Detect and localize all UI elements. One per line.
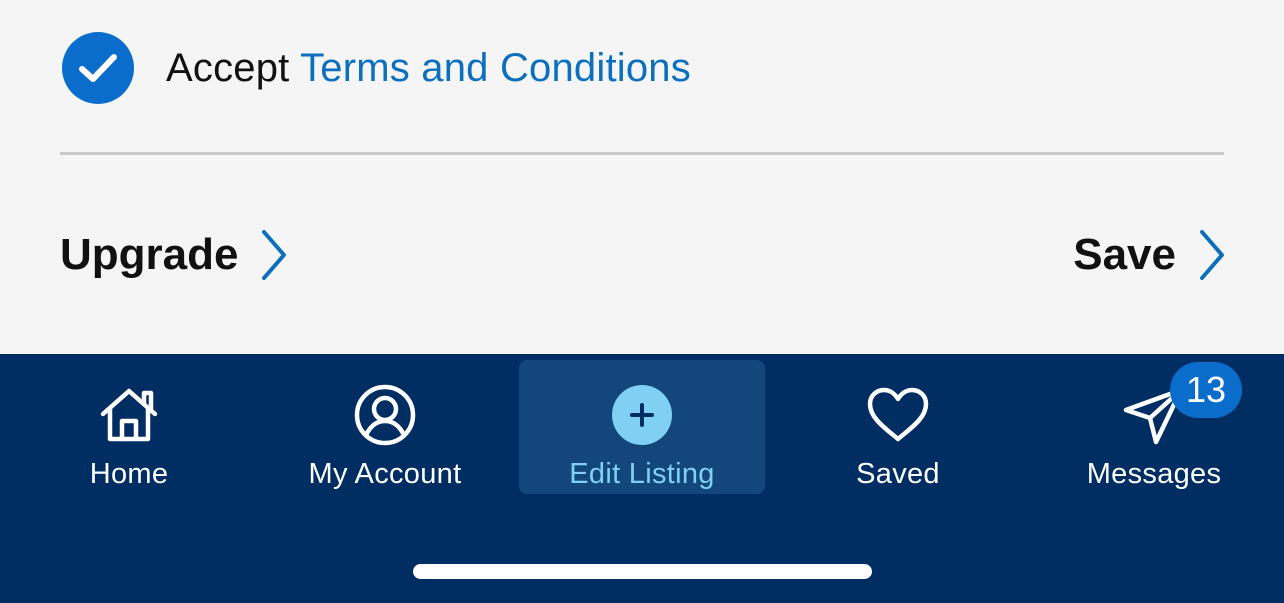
divider <box>60 152 1224 155</box>
upgrade-label: Upgrade <box>60 230 239 279</box>
terms-text: Accept Terms and Conditions <box>166 46 691 91</box>
heart-icon <box>867 387 929 442</box>
tab-edit-listing[interactable]: Edit Listing <box>519 360 765 494</box>
terms-link[interactable]: Terms and Conditions <box>300 46 691 90</box>
home-indicator <box>413 564 872 579</box>
terms-prefix: Accept <box>166 45 290 90</box>
checkout-content: Accept Terms and Conditions Upgrade Save <box>0 0 1284 354</box>
save-label: Save <box>1073 230 1176 279</box>
checkmark-icon <box>79 54 117 82</box>
messages-badge: 13 <box>1170 362 1242 418</box>
tab-label-home: Home <box>89 458 169 490</box>
tab-label-edit-listing: Edit Listing <box>569 458 715 490</box>
tab-label-saved: Saved <box>856 458 940 490</box>
tab-my-account[interactable]: My Account <box>262 360 508 494</box>
tab-label-my-account: My Account <box>308 458 462 490</box>
user-circle-icon <box>354 384 416 446</box>
bottom-tab-bar: Home My Account Edit Listing Saved Messa… <box>0 354 1284 603</box>
terms-checkbox[interactable] <box>62 32 134 104</box>
tab-saved[interactable]: Saved <box>775 360 1021 494</box>
upgrade-button[interactable]: Upgrade <box>60 222 288 288</box>
home-icon <box>100 388 158 442</box>
tab-home[interactable]: Home <box>6 360 252 494</box>
save-button[interactable]: Save <box>1073 222 1226 288</box>
chevron-right-icon <box>260 229 288 281</box>
terms-row: Accept Terms and Conditions <box>62 32 691 104</box>
chevron-right-icon <box>1198 229 1226 281</box>
plus-circle-icon <box>612 385 672 445</box>
tab-label-messages: Messages <box>1086 458 1222 490</box>
